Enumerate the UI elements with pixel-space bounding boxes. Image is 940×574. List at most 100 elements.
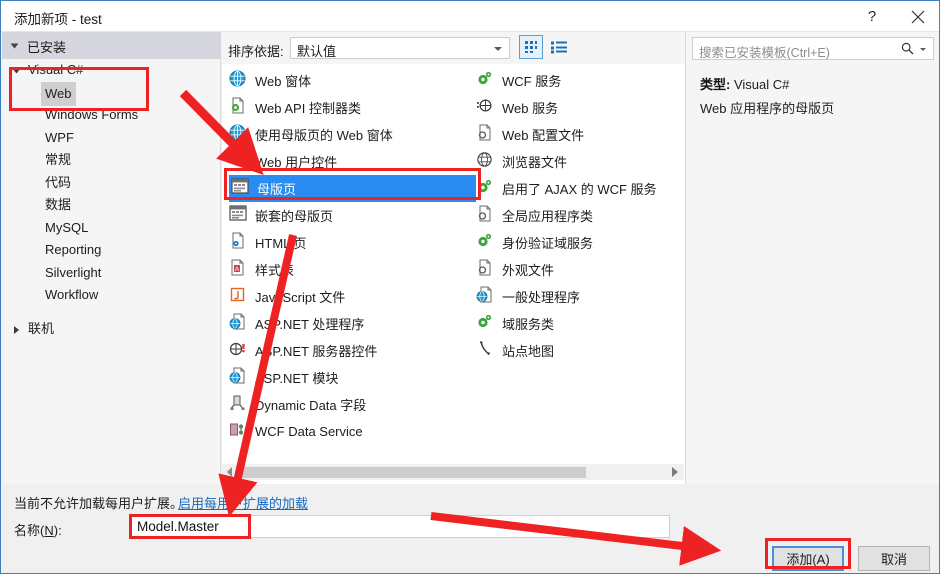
sidebar-item-label: 数据	[45, 197, 72, 212]
sidebar-item-online[interactable]: 联机	[2, 318, 221, 341]
template-item-domain-service-class[interactable]: 域服务类	[476, 310, 681, 337]
detail-type-label: 类型:	[700, 77, 731, 92]
page-gear-icon	[229, 97, 255, 119]
enable-extensions-link[interactable]: 启用每用户扩展的加载	[178, 493, 308, 512]
template-item-stylesheet[interactable]: A 样式表	[229, 256, 476, 283]
template-item-label: 域服务类	[502, 317, 555, 332]
expand-triangle-icon	[10, 43, 19, 49]
sidebar-item-label: 常规	[45, 152, 72, 167]
sidebar-item-label: WPF	[45, 129, 74, 145]
template-column-1: Web 窗体 Web API 控制器类 使用母版页的 Web 窗体 Web 用户…	[229, 67, 476, 445]
template-item-skin-file[interactable]: 外观文件	[476, 256, 681, 283]
detail-description: Web 应用程序的母版页	[700, 101, 835, 116]
template-item-master-page[interactable]: 母版页	[229, 175, 476, 202]
help-icon[interactable]: ?	[849, 1, 895, 32]
add-new-item-dialog: 添加新项 - test ? 已安装 Visual C# Web Windows …	[0, 0, 940, 574]
chevron-down-icon[interactable]	[920, 48, 926, 51]
name-input[interactable]: Model.Master	[130, 515, 670, 538]
search-input[interactable]: 搜索已安装模板(Ctrl+E)	[692, 37, 934, 60]
name-label: 名称(N):	[14, 523, 62, 538]
template-item-label: 站点地图	[502, 344, 555, 359]
template-item-web-form-master-page[interactable]: 使用母版页的 Web 窗体	[229, 121, 476, 148]
template-item-javascript-file[interactable]: JavaScript 文件	[229, 283, 476, 310]
sort-by-label: 排序依据:	[228, 44, 284, 59]
wcf-service-icon	[476, 232, 502, 254]
template-item-label: 身份验证域服务	[502, 236, 594, 251]
installed-tree-panel: 已安装 Visual C# Web Windows Forms WPF 常规 代…	[2, 32, 221, 484]
cancel-button[interactable]: 取消	[858, 546, 930, 571]
grid-view-icon[interactable]	[519, 35, 543, 59]
installed-header-label: 已安装	[27, 40, 67, 55]
sidebar-item-windows-forms[interactable]: Windows Forms	[2, 104, 221, 127]
template-item-wcf-service[interactable]: WCF 服务	[476, 67, 681, 94]
sidebar-item-data[interactable]: 数据	[2, 194, 221, 217]
close-icon[interactable]	[895, 1, 939, 32]
sidebar-item-web[interactable]: Web	[2, 81, 221, 106]
template-item-label: 使用母版页的 Web 窗体	[255, 128, 393, 143]
list-view-icon[interactable]	[547, 35, 571, 59]
sidebar-item-label: 联机	[28, 320, 55, 336]
template-item-label: WCF 服务	[502, 74, 562, 89]
sort-by-dropdown[interactable]: 默认值	[290, 37, 510, 59]
extension-note: 当前不允许加载每用户扩展。	[14, 496, 184, 511]
template-item-nested-master-page[interactable]: 嵌套的母版页	[229, 202, 476, 229]
wcf-service-icon	[476, 70, 502, 92]
template-item-label: Dynamic Data 字段	[255, 398, 367, 413]
template-item-sitemap[interactable]: 站点地图	[476, 337, 681, 364]
web-service-icon	[476, 97, 502, 119]
scrollbar-track[interactable]	[238, 465, 650, 479]
scroll-left-arrow-icon[interactable]	[227, 467, 232, 477]
sidebar-item-reporting[interactable]: Reporting	[2, 239, 221, 262]
template-item-aspnet-handler[interactable]: ASP.NET 处理程序	[229, 310, 476, 337]
scrollbar-thumb[interactable]	[238, 467, 586, 478]
template-item-authentication-domain-service[interactable]: 身份验证域服务	[476, 229, 681, 256]
html-page-icon	[229, 232, 255, 254]
template-item-ajax-wcf-service[interactable]: 启用了 AJAX 的 WCF 服务	[476, 175, 681, 202]
category-tree: Visual C# Web Windows Forms WPF 常规 代码 数据…	[2, 59, 221, 340]
sidebar-item-label: Windows Forms	[45, 107, 139, 122]
template-item-label: 母版页	[257, 182, 297, 197]
template-item-web-user-control[interactable]: Web 用户控件	[229, 148, 476, 175]
sidebar-item-label: Workflow	[45, 287, 99, 302]
scroll-right-arrow-icon[interactable]	[672, 467, 678, 477]
stylesheet-icon: A	[229, 259, 255, 281]
sidebar-item-general[interactable]: 常规	[2, 149, 221, 172]
template-item-browser-file[interactable]: 浏览器文件	[476, 148, 681, 175]
sidebar-item-workflow[interactable]: Workflow	[2, 284, 221, 307]
master-page-icon	[229, 204, 255, 227]
template-item-label: Web 服务	[502, 101, 559, 116]
sidebar-item-mysql[interactable]: MySQL	[2, 217, 221, 240]
search-placeholder: 搜索已安装模板(Ctrl+E)	[699, 46, 830, 60]
template-item-html-page[interactable]: HTML 页	[229, 229, 476, 256]
sidebar-item-visual-csharp[interactable]: Visual C#	[2, 59, 221, 82]
template-item-label: HTML 页	[255, 236, 307, 251]
template-item-web-api-controller[interactable]: Web API 控制器类	[229, 94, 476, 121]
template-list-panel: 排序依据: 默认值 Web 窗体 Web API 控制器类 使用母版页的 Web…	[222, 32, 685, 484]
svg-text:A: A	[235, 267, 239, 273]
detail-type-value: Visual C#	[733, 77, 790, 92]
add-button[interactable]: 添加(A)	[772, 546, 844, 571]
template-item-wcf-data-service[interactable]: WCF Data Service	[229, 418, 476, 445]
sidebar-item-wpf[interactable]: WPF	[2, 127, 221, 150]
template-items-area: Web 窗体 Web API 控制器类 使用母版页的 Web 窗体 Web 用户…	[222, 64, 685, 484]
master-page-icon	[231, 177, 257, 200]
template-item-label: ASP.NET 模块	[255, 371, 339, 386]
sidebar-item-silverlight[interactable]: Silverlight	[2, 262, 221, 285]
template-item-label: 浏览器文件	[502, 155, 568, 170]
template-item-aspnet-server-control[interactable]: ASP.NET 服务器控件	[229, 337, 476, 364]
template-item-generic-handler[interactable]: 一般处理程序	[476, 283, 681, 310]
template-item-label: 外观文件	[502, 263, 555, 278]
sidebar-item-code[interactable]: 代码	[2, 172, 221, 195]
template-item-label: Web 用户控件	[255, 155, 338, 170]
template-item-global-application-class[interactable]: 全局应用程序类	[476, 202, 681, 229]
installed-header[interactable]: 已安装	[2, 32, 221, 59]
template-item-web-form[interactable]: Web 窗体	[229, 67, 476, 94]
template-item-web-config-file[interactable]: Web 配置文件	[476, 121, 681, 148]
template-list-horizontal-scrollbar[interactable]	[222, 464, 684, 480]
template-item-label: JavaScript 文件	[255, 290, 346, 305]
template-item-label: 嵌套的母版页	[255, 209, 334, 224]
template-item-dynamic-data-field[interactable]: Dynamic Data 字段	[229, 391, 476, 418]
template-item-web-service[interactable]: Web 服务	[476, 94, 681, 121]
template-item-aspnet-module[interactable]: ASP.NET 模块	[229, 364, 476, 391]
title-bar: 添加新项 - test ?	[1, 1, 939, 32]
